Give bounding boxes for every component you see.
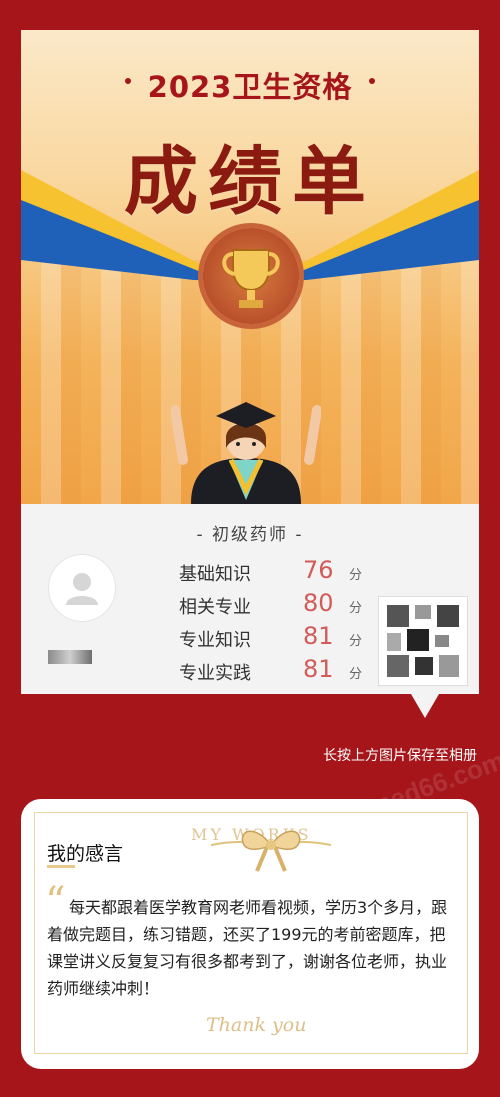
trophy-icon: [222, 249, 280, 308]
testimonial-heading: 我的感言: [47, 843, 124, 865]
testimonial-card: MY WORKS 我的感言 “ 每天都跟着医学教育网老师看视频，学历3个多月，跟…: [21, 799, 479, 1069]
subject-score: 76: [303, 556, 334, 584]
score-row: 专业知识 81 分: [179, 622, 379, 654]
trophy-medal: [203, 228, 299, 324]
pointer-arrow: [411, 694, 439, 718]
subject-label: 专业知识: [179, 630, 251, 651]
graduate-illustration: [171, 402, 321, 504]
user-avatar-icon: [66, 573, 98, 605]
score-card[interactable]: - 初级药师 - 基础知识 76 分 相关专业 80 分 专业知识 81 分 专…: [21, 504, 479, 694]
subject-label: 相关专业: [179, 597, 251, 618]
subject-score: 81: [303, 622, 334, 650]
save-hint: 长按上方图片保存至相册: [323, 748, 477, 764]
ribbon-bow-icon: [211, 830, 331, 872]
exam-category: - 初级药师 -: [196, 525, 304, 545]
poster-subtitle: 2023卫生资格: [147, 70, 353, 104]
score-unit: 分: [349, 601, 363, 616]
score-row: 相关专业 80 分: [179, 589, 379, 621]
score-row: 基础知识 76 分: [179, 556, 379, 588]
score-unit: 分: [349, 667, 363, 682]
testimonial-body: 每天都跟着医学教育网老师看视频，学历3个多月，跟着做完题目，练习错题，还买了19…: [47, 898, 448, 998]
score-unit: 分: [349, 568, 363, 583]
qr-code-icon: [387, 605, 459, 677]
score-unit: 分: [349, 634, 363, 649]
subject-score: 80: [303, 589, 334, 617]
qr-code[interactable]: [378, 596, 468, 686]
certificate-poster[interactable]: 2023卫生资格 成绩单: [21, 30, 479, 504]
poster-title: 成绩单: [124, 139, 376, 225]
avatar: [48, 554, 116, 622]
subject-score: 81: [303, 655, 334, 683]
score-row: 专业实践 81 分: [179, 655, 379, 687]
thank-you-script: Thank you: [206, 1014, 307, 1036]
subject-label: 基础知识: [179, 564, 251, 585]
heading-underline: [47, 865, 75, 868]
subject-label: 专业实践: [179, 663, 251, 684]
blurred-user-name: [48, 650, 92, 664]
